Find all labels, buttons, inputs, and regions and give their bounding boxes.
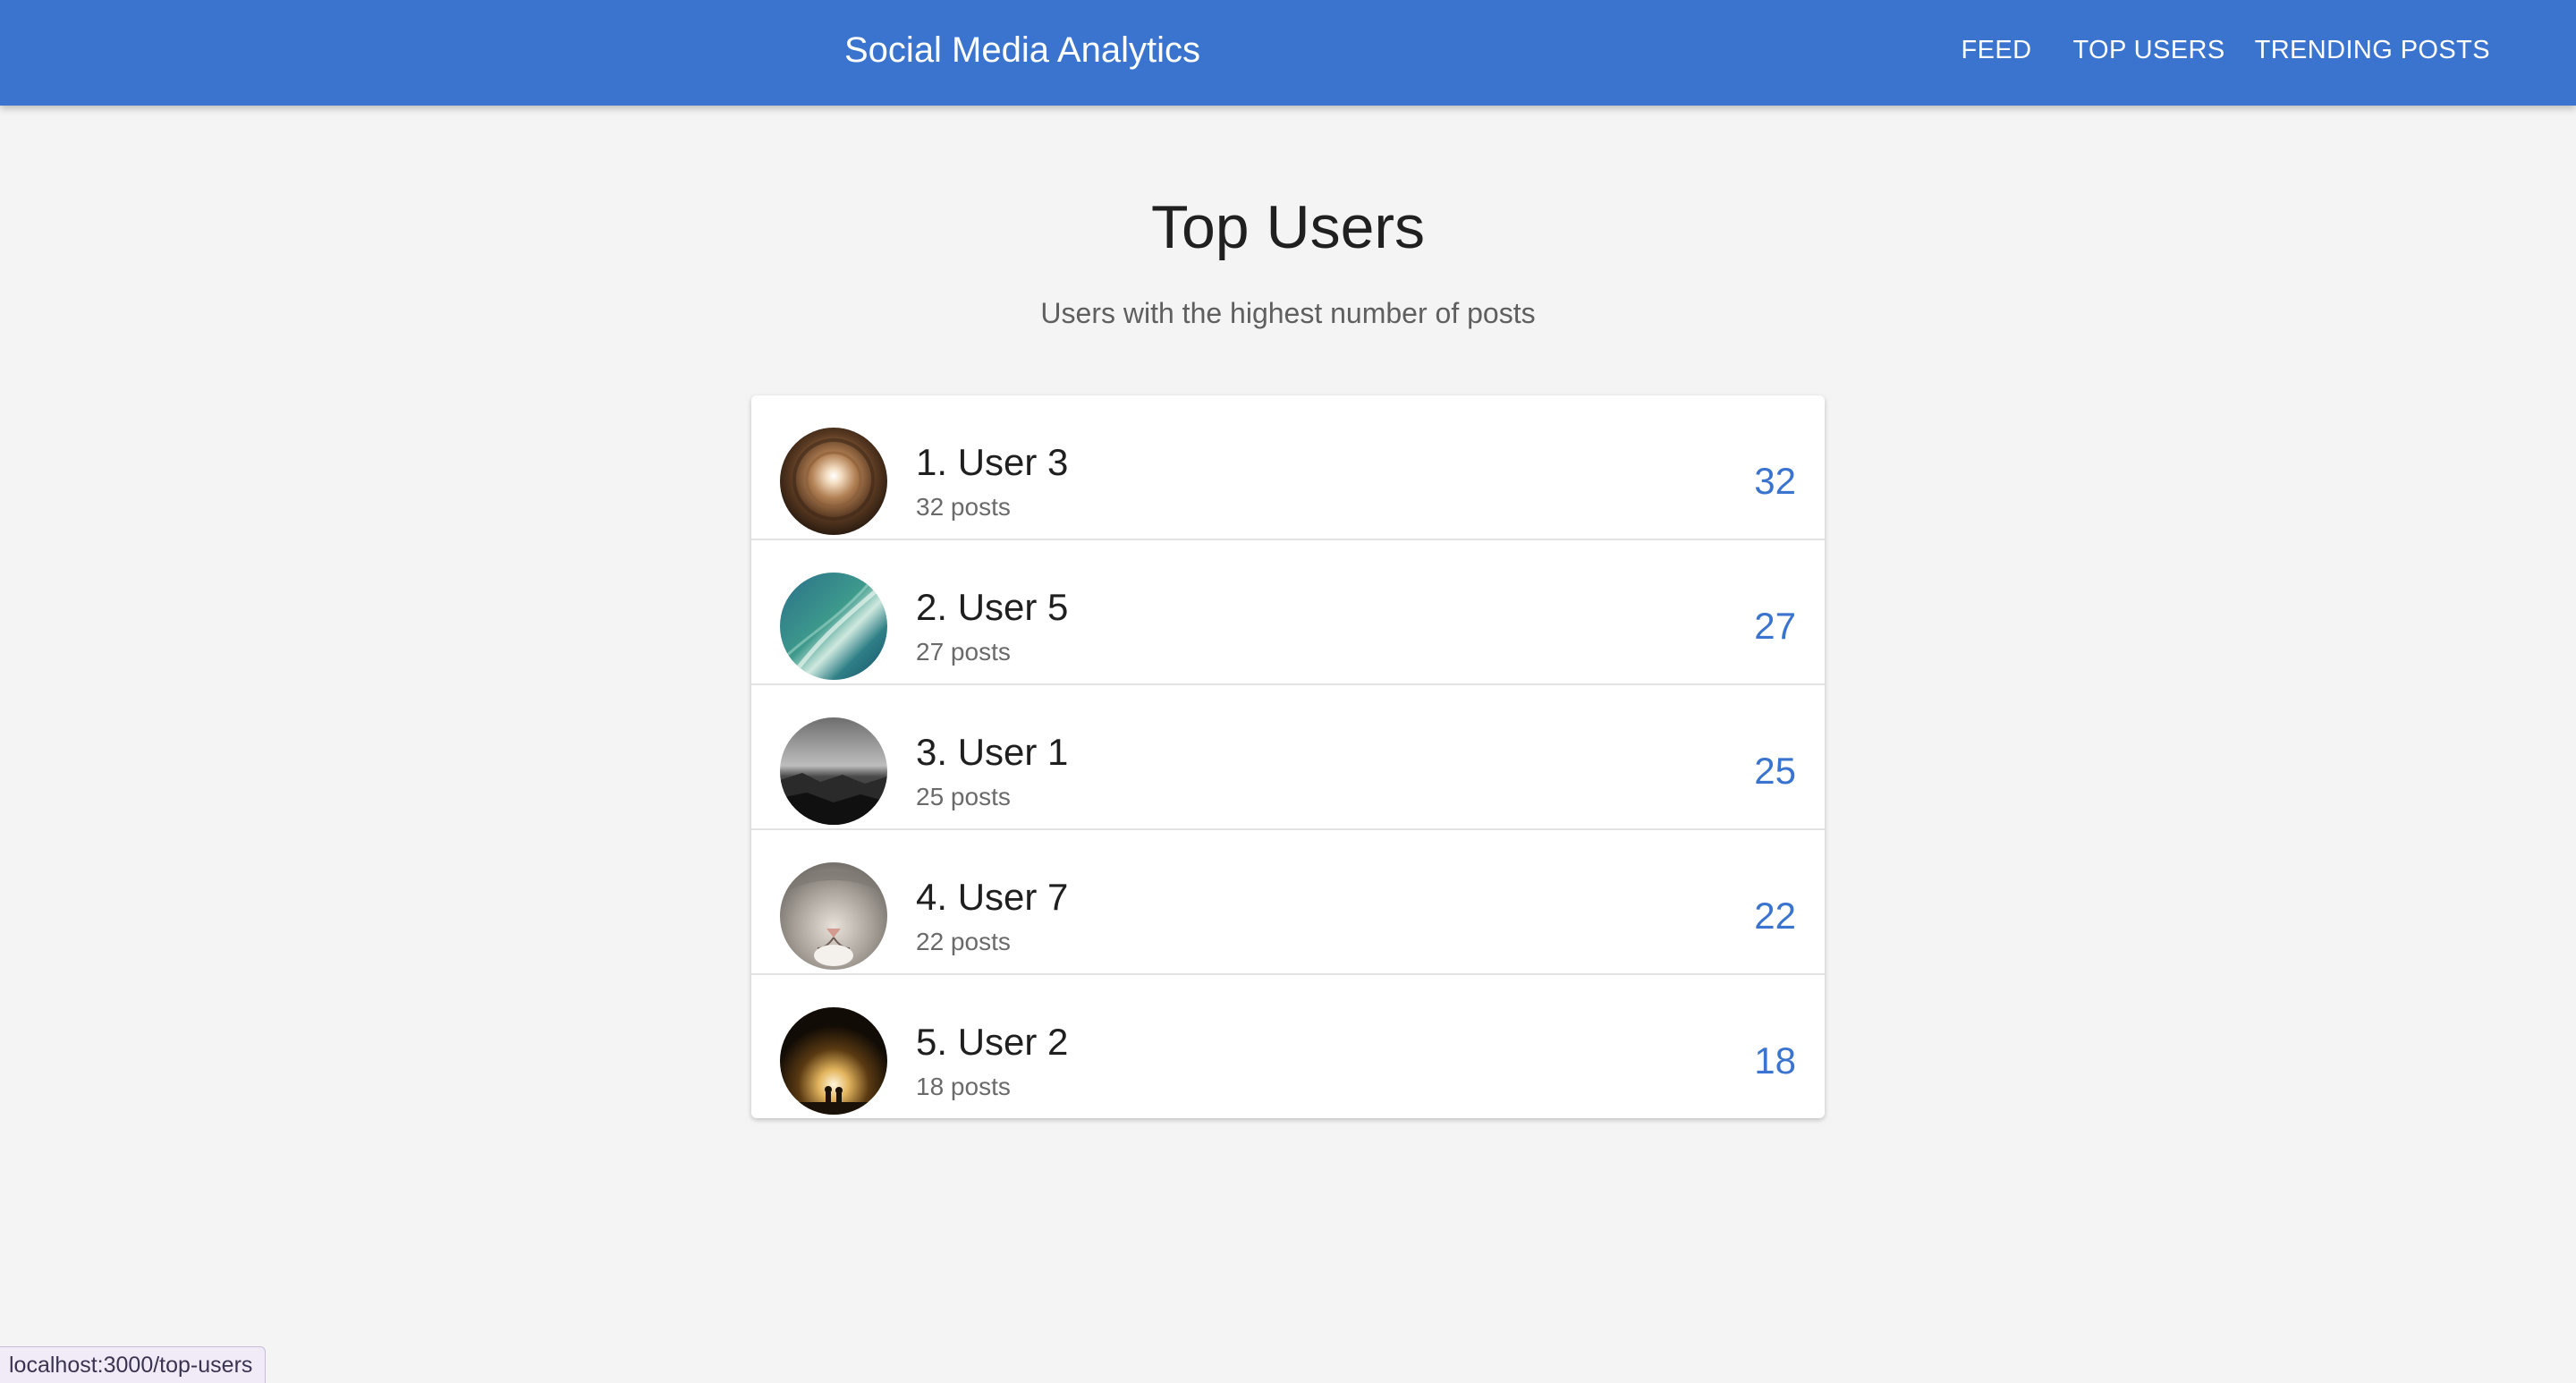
ocean-wave-photo bbox=[780, 573, 887, 680]
user-name: 4. User 7 bbox=[916, 876, 1069, 918]
nav-trending-posts-link[interactable]: TRENDING POSTS bbox=[2255, 30, 2490, 70]
cat-face-photo bbox=[780, 862, 887, 970]
user-post-count-label: 18 posts bbox=[916, 1073, 1011, 1100]
cave-silhouette-photo bbox=[780, 1007, 887, 1115]
page-subtitle: Users with the highest number of posts bbox=[1040, 297, 1536, 329]
user-post-count-label: 32 posts bbox=[916, 493, 1011, 521]
user-post-count: 27 bbox=[1754, 605, 1796, 647]
user-list-item[interactable]: 1. User 3 32 posts 32 bbox=[751, 395, 1825, 540]
app-title[interactable]: Social Media Analytics bbox=[844, 28, 1200, 72]
user-name: 3. User 1 bbox=[916, 731, 1069, 773]
user-avatar bbox=[780, 862, 887, 970]
nav-feed-link[interactable]: FEED bbox=[1962, 30, 2032, 70]
nav-menu: FEED TOP USERS TRENDING POSTS bbox=[1962, 30, 2491, 70]
user-name: 1. User 3 bbox=[916, 441, 1069, 483]
user-list-item[interactable]: 5. User 2 18 posts 18 bbox=[751, 975, 1825, 1118]
user-post-count-label: 27 posts bbox=[916, 638, 1011, 666]
user-post-count: 18 bbox=[1754, 1039, 1796, 1082]
nav-top-users-link[interactable]: TOP USERS bbox=[2072, 30, 2224, 70]
user-post-count-label: 25 posts bbox=[916, 783, 1011, 810]
user-list-item[interactable]: 2. User 5 27 posts 27 bbox=[751, 540, 1825, 685]
user-post-count: 32 bbox=[1754, 460, 1796, 502]
user-post-count-label: 22 posts bbox=[916, 928, 1011, 955]
user-avatar bbox=[780, 428, 887, 535]
user-post-count: 22 bbox=[1754, 895, 1796, 937]
user-avatar bbox=[780, 1007, 887, 1115]
user-avatar bbox=[780, 717, 887, 825]
light-tunnel-photo bbox=[780, 428, 887, 535]
user-name: 2. User 5 bbox=[916, 586, 1069, 628]
user-post-count: 25 bbox=[1754, 750, 1796, 792]
link-preview-status-bar: localhost:3000/top-users bbox=[0, 1346, 267, 1383]
app-bar: Social Media Analytics FEED TOP USERS TR… bbox=[0, 0, 2576, 106]
user-list-item[interactable]: 3. User 1 25 posts 25 bbox=[751, 685, 1825, 830]
top-users-list: 1. User 3 32 posts 32 2. User 5 27 posts… bbox=[751, 395, 1825, 1118]
page-title: Top Users bbox=[1150, 193, 1426, 261]
rocky-coast-photo bbox=[780, 717, 887, 825]
user-list-item[interactable]: 4. User 7 22 posts 22 bbox=[751, 830, 1825, 975]
user-name: 5. User 2 bbox=[916, 1021, 1069, 1063]
user-avatar bbox=[780, 573, 887, 680]
